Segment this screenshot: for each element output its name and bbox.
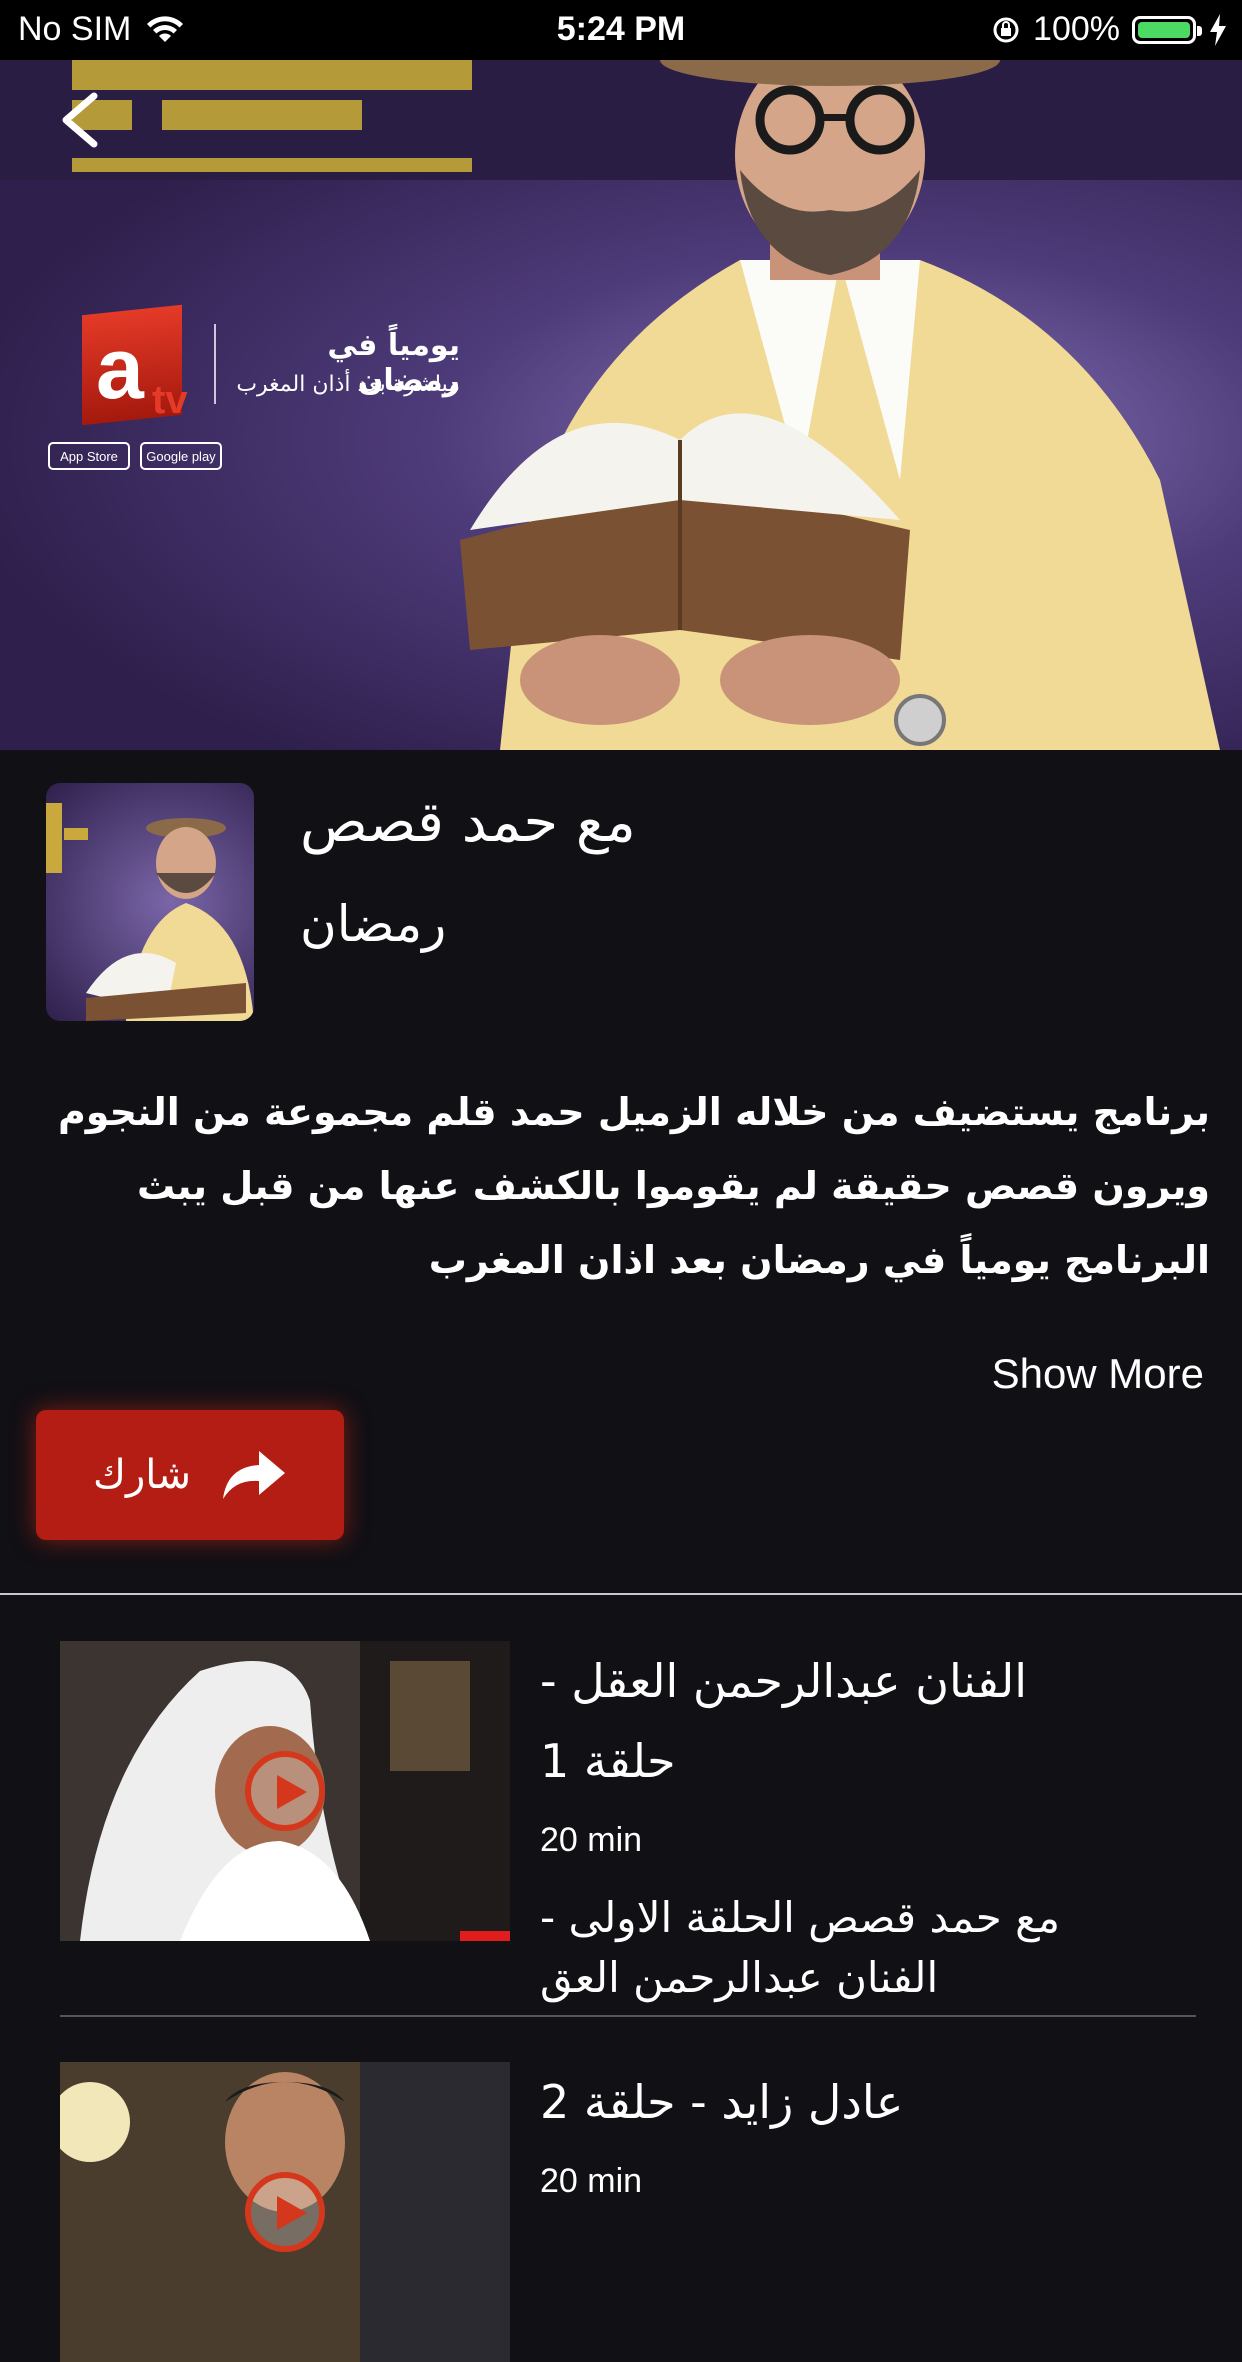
- google-play-badge: Google play: [140, 442, 222, 470]
- episode-title-line1: الفنان عبدالرحمن العقل -: [540, 1654, 1027, 1708]
- episode-description-line2: الفنان عبدالرحمن العق: [540, 1953, 939, 2002]
- share-arrow-icon: [223, 1451, 285, 1499]
- section-divider: [0, 1593, 1242, 1595]
- episode-title-line2: حلقة 1: [540, 1734, 676, 1788]
- google-play-label: Google play: [146, 448, 216, 464]
- play-icon[interactable]: [245, 2172, 325, 2252]
- back-arrow-icon[interactable]: [52, 90, 112, 150]
- charging-icon: [1210, 13, 1226, 46]
- battery-icon: [1132, 15, 1202, 44]
- show-category: رمضان: [300, 895, 447, 953]
- show-more-link[interactable]: Show More: [992, 1350, 1204, 1398]
- show-thumbnail-art: [46, 803, 254, 1021]
- host-illustration: [460, 60, 1220, 750]
- show-logo: [72, 60, 472, 172]
- show-banner: a tv يومياً في رمضان مباشرة بعد أذان الم…: [0, 60, 1242, 750]
- channel-logo: a tv: [82, 304, 202, 430]
- show-thumbnail: [46, 783, 254, 1021]
- episode-duration: 20 min: [540, 1821, 643, 1859]
- episode-thumbnail[interactable]: [60, 2062, 510, 2362]
- app-store-label: App Store: [60, 448, 118, 464]
- channel-logo-letter: a: [96, 321, 144, 417]
- app-store-badge: App Store: [48, 442, 130, 470]
- status-bar: No SIM 5:24 PM 100%: [0, 0, 1242, 60]
- banner-divider: [214, 324, 216, 404]
- share-button-label: شارك: [93, 1452, 191, 1498]
- show-title: مع حمد قصص: [300, 790, 636, 855]
- episode-title: عادل زايد - حلقة 2: [540, 2075, 904, 2129]
- battery-percent: 100%: [1033, 10, 1120, 48]
- channel-logo-suffix: tv: [152, 378, 188, 422]
- episode-thumbnail[interactable]: [60, 1641, 510, 1941]
- episode-description-line1: مع حمد قصص الحلقة الاولى -: [540, 1893, 1060, 1942]
- episode-duration: 20 min: [540, 2162, 643, 2200]
- banner-schedule-line2: مباشرة بعد أذان المغرب: [236, 372, 460, 397]
- status-right: 100%: [991, 10, 1228, 49]
- episode-separator: [60, 2015, 1196, 2017]
- orientation-lock-icon: [993, 17, 1019, 42]
- share-button[interactable]: شارك: [36, 1410, 344, 1540]
- play-icon[interactable]: [245, 1751, 325, 1831]
- show-description: برنامج يستضيف من خلاله الزميل حمد قلم مج…: [57, 1090, 1210, 1282]
